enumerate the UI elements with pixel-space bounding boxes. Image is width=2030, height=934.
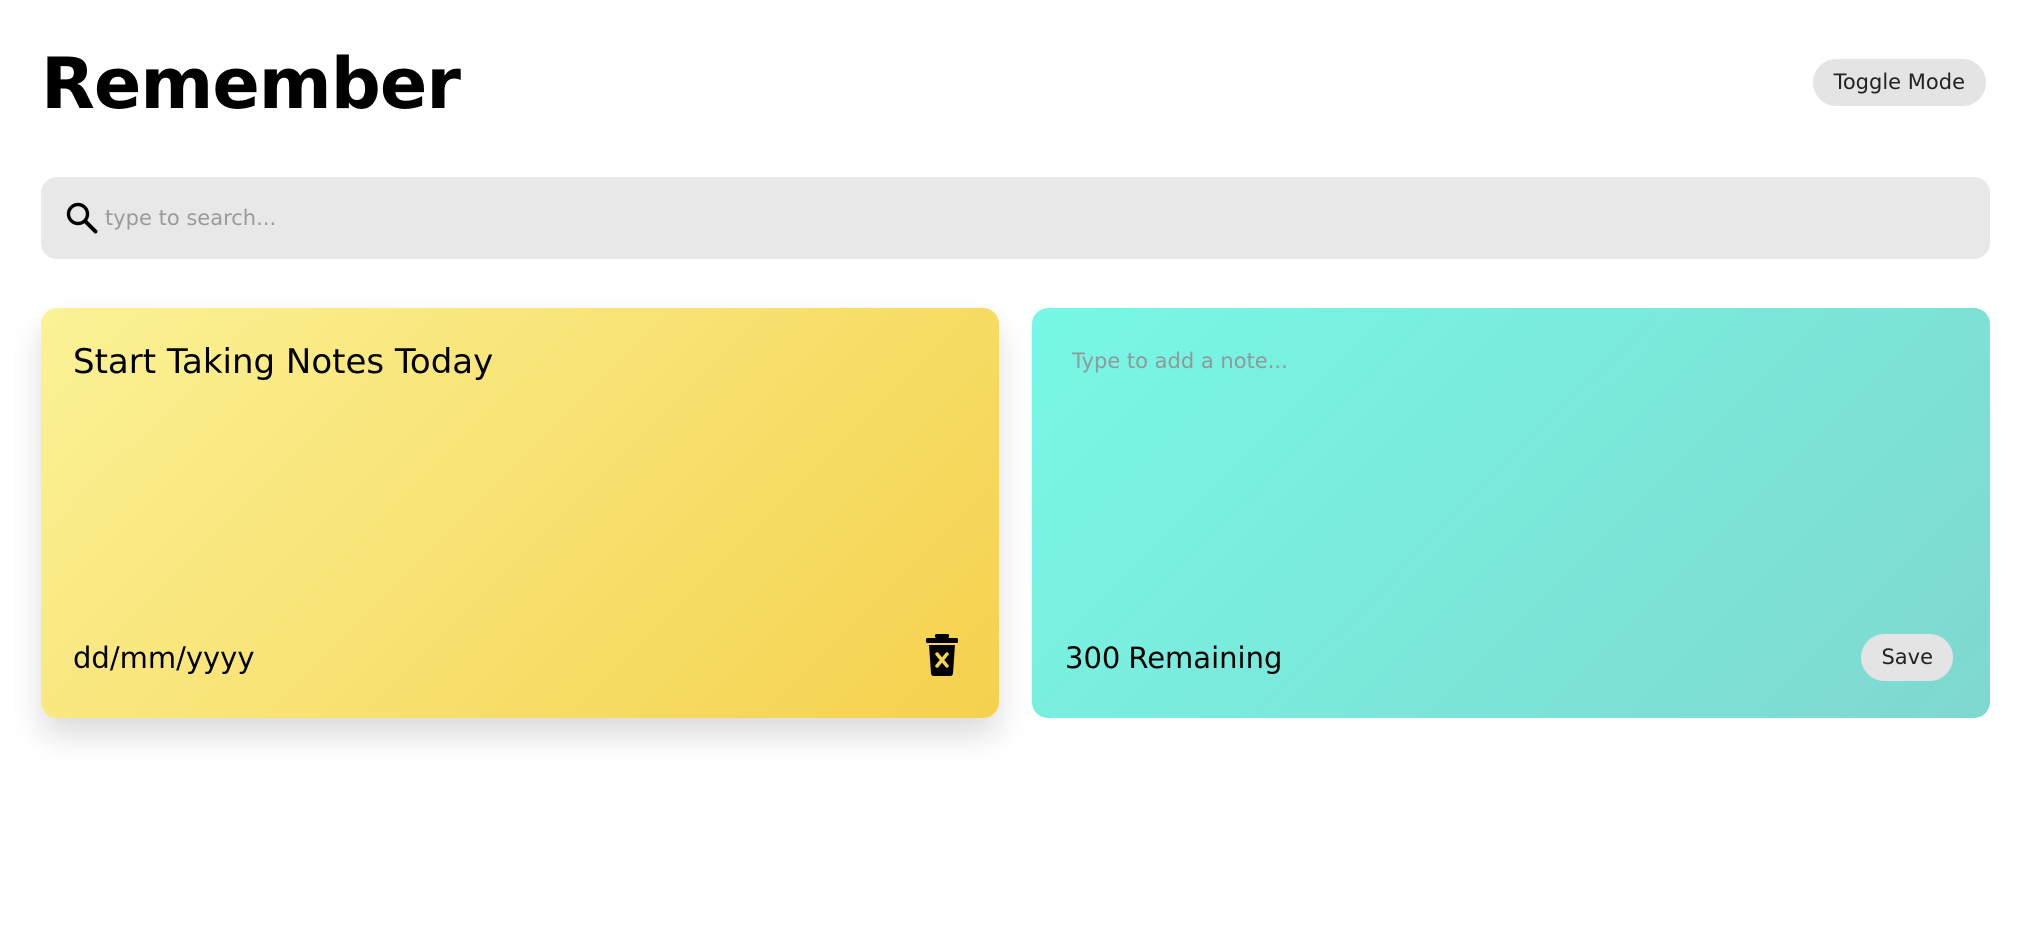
app-title: Remember [41,43,461,125]
remaining-label: Remaining [1128,641,1283,675]
new-note-footer: 300 Remaining Save [1065,634,1953,681]
note-text: Start Taking Notes Today [73,342,494,382]
note-date: dd/mm/yyyy [73,641,255,675]
search-icon [66,202,98,234]
notes-app: Remember Toggle Mode Start Taking Notes … [41,0,1990,934]
toggle-mode-button[interactable]: Toggle Mode [1812,59,1986,106]
search-bar [41,177,1990,259]
remaining-count: 300 [1065,641,1121,675]
notes-list: Start Taking Notes Today dd/mm/yyyy 300R… [41,308,1990,718]
note-footer: dd/mm/yyyy [73,634,963,682]
header: Remember Toggle Mode [41,42,1990,126]
trash-delete-icon[interactable] [926,634,958,676]
new-note-textarea[interactable] [1072,346,1952,566]
characters-remaining: 300 Remaining [1065,640,1282,676]
new-note-card: 300Remaining Save [1032,308,1990,718]
save-button[interactable]: Save [1861,634,1953,681]
note-card: Start Taking Notes Today dd/mm/yyyy [41,308,999,718]
search-input[interactable] [105,177,1965,259]
